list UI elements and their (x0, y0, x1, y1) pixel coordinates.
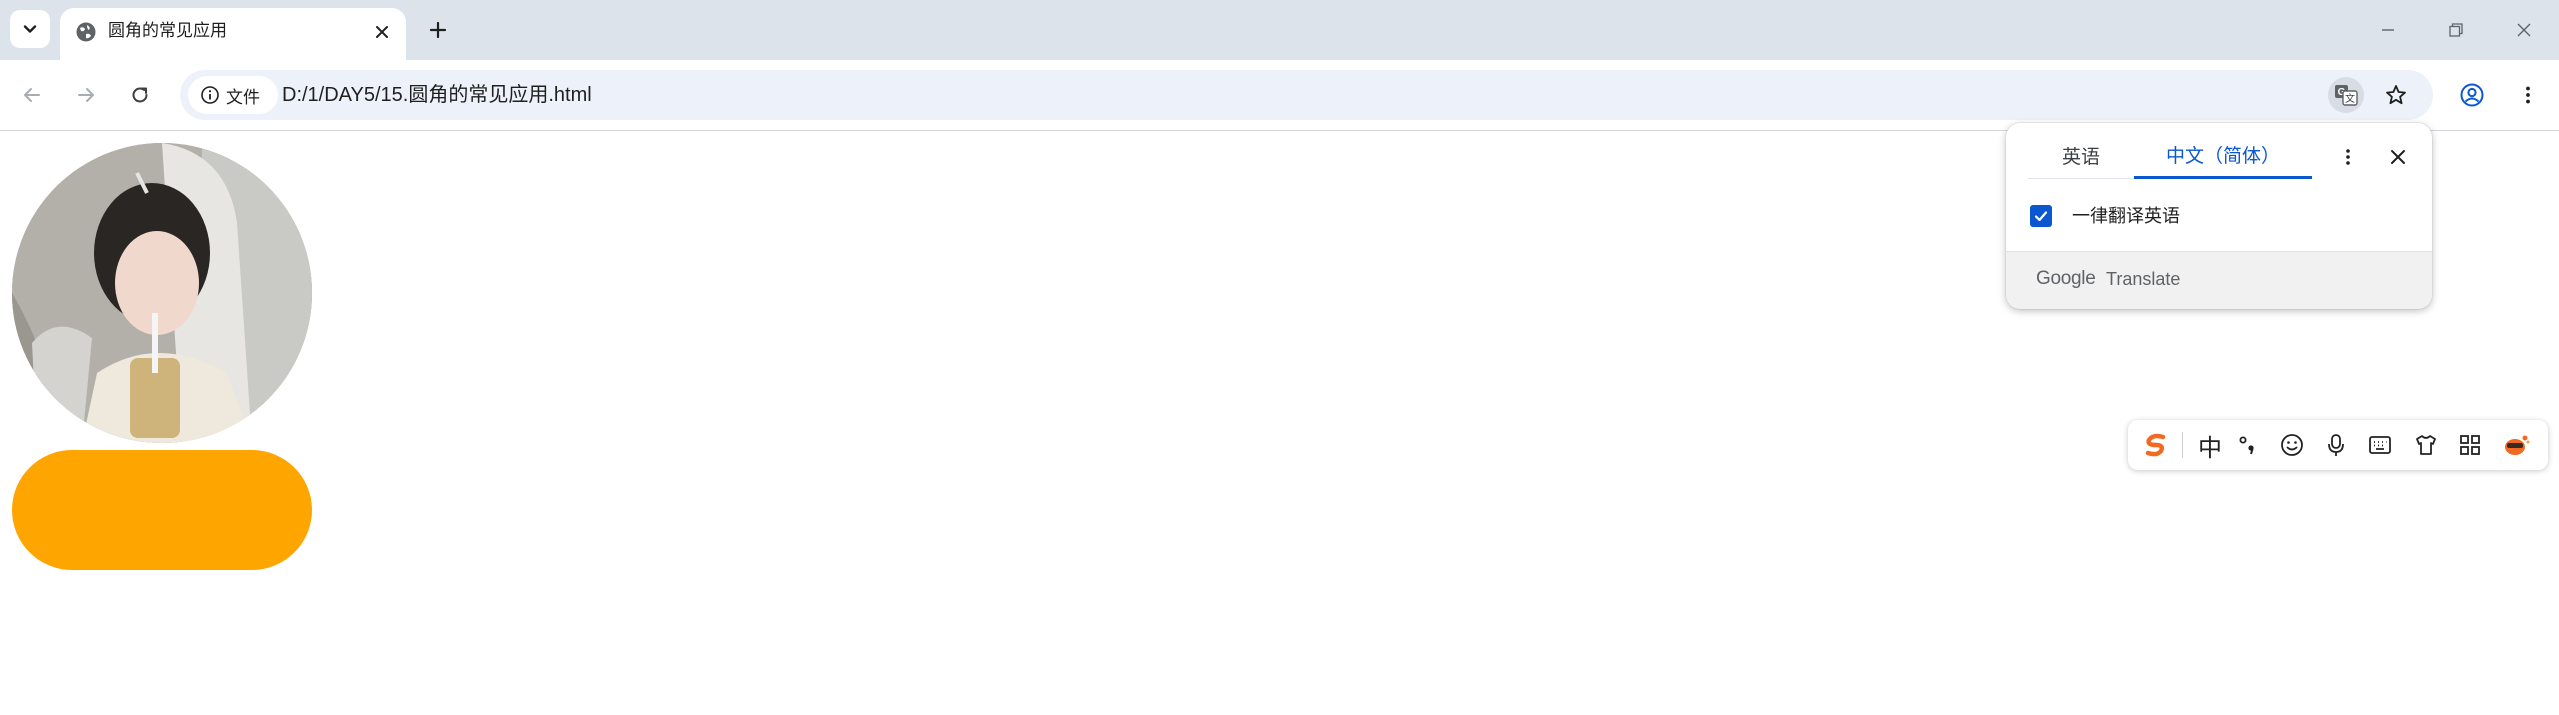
info-icon (201, 86, 219, 104)
portrait-photo (12, 143, 312, 443)
arrow-right-icon (78, 88, 94, 102)
ime-toolbar: 中 (2128, 420, 2548, 470)
forward-button[interactable] (68, 77, 104, 113)
close-icon (376, 26, 388, 38)
more-vertical-icon (2346, 149, 2350, 165)
punctuation-icon[interactable] (2232, 429, 2264, 461)
translate-close-button[interactable] (2382, 141, 2414, 173)
mascot-icon[interactable] (2500, 429, 2532, 461)
chevron-down-icon (23, 25, 37, 33)
globe-icon (76, 22, 96, 42)
translate-icon: G 文 (2335, 85, 2358, 106)
url-text[interactable]: D:/1/DAY5/15.圆角的常见应用.html (282, 82, 592, 108)
reload-icon (132, 87, 148, 103)
tab-close-button[interactable] (370, 20, 394, 44)
reload-button[interactable] (122, 77, 158, 113)
target-language-tab[interactable]: 中文（简体） (2134, 133, 2312, 179)
tab-search-button[interactable] (10, 10, 50, 48)
skin-shirt-icon[interactable] (2410, 429, 2442, 461)
address-bar[interactable]: 文件 D:/1/DAY5/15.圆角的常见应用.html G 文 (180, 70, 2433, 120)
profile-button[interactable] (2454, 77, 2490, 113)
star-icon (2386, 85, 2406, 105)
ime-mode-toggle[interactable]: 中 (2194, 429, 2226, 462)
restore-button[interactable] (2440, 14, 2472, 46)
source-language-tab[interactable]: 英语 (2028, 133, 2134, 179)
translate-page-button[interactable]: G 文 (2328, 77, 2364, 113)
checkmark-icon (2034, 211, 2048, 222)
always-translate-label[interactable]: 一律翻译英语 (2072, 204, 2180, 228)
ime-separator (2182, 432, 2183, 458)
new-tab-button[interactable] (424, 16, 452, 44)
keyboard-icon[interactable] (2364, 429, 2396, 461)
translate-popup: 英语 中文（简体） 一律翻译英语 Google Translate (2006, 123, 2432, 309)
restore-icon (2449, 23, 2463, 37)
avatar-circle-image (12, 143, 312, 443)
bookmark-star-button[interactable] (2380, 79, 2412, 111)
arrow-left-icon (24, 88, 40, 102)
browser-tab-active[interactable]: 圆角的常见应用 (60, 8, 406, 60)
site-info-chip[interactable]: 文件 (188, 76, 278, 114)
ime-mode-label: 中 (2198, 433, 2222, 462)
minimize-icon (2382, 29, 2394, 31)
always-translate-checkbox[interactable] (2030, 205, 2052, 227)
orange-pill-button-shape (12, 450, 312, 570)
close-icon (2391, 150, 2405, 164)
minimize-button[interactable] (2372, 14, 2404, 46)
browser-menu-button[interactable] (2510, 77, 2546, 113)
plus-icon (429, 21, 447, 39)
translate-popup-footer: Google Translate (2006, 251, 2432, 309)
close-window-button[interactable] (2508, 14, 2540, 46)
close-icon (2517, 23, 2531, 37)
google-logo-text: Google (2036, 268, 2096, 289)
browser-toolbar: 文件 D:/1/DAY5/15.圆角的常见应用.html G 文 (0, 60, 2559, 131)
account-circle-icon (2460, 83, 2484, 107)
tab-strip: 圆角的常见应用 (0, 0, 2559, 60)
emoji-icon[interactable] (2276, 429, 2308, 461)
more-vertical-icon (2526, 86, 2530, 104)
svg-text:文: 文 (2345, 92, 2355, 105)
translate-brand-text: Translate (2106, 269, 2181, 289)
sogou-logo-icon[interactable] (2140, 429, 2172, 461)
site-chip-label: 文件 (226, 87, 260, 107)
microphone-icon[interactable] (2320, 429, 2352, 461)
translate-options-button[interactable] (2332, 141, 2364, 173)
back-button[interactable] (14, 77, 50, 113)
toolbox-grid-icon[interactable] (2454, 429, 2486, 461)
tab-title: 圆角的常见应用 (108, 21, 227, 40)
